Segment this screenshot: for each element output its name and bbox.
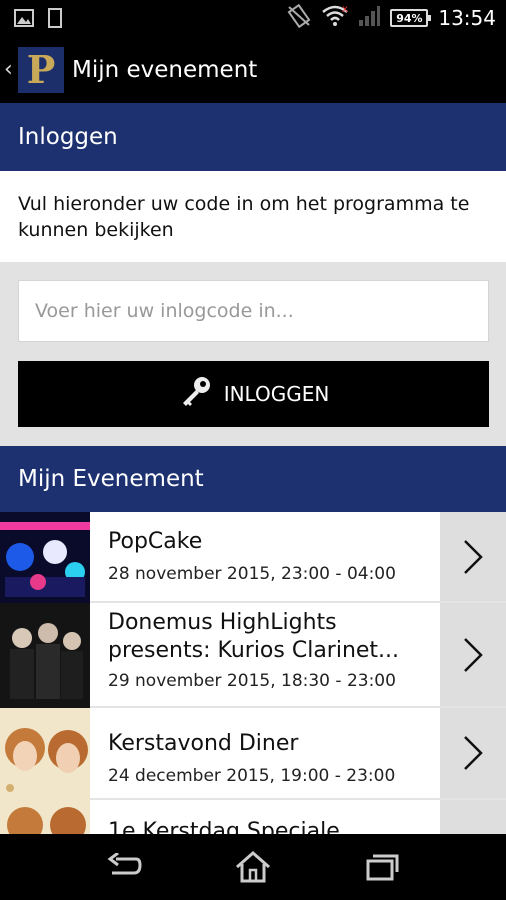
home-icon[interactable] — [223, 842, 283, 892]
event-title: 1e Kerstdag Speciale — [108, 819, 340, 834]
event-row[interactable]: PopCake 28 november 2015, 23:00 - 04:00 — [0, 512, 506, 603]
login-section-header: Inloggen — [0, 103, 506, 171]
signal-icon — [358, 5, 381, 31]
event-date: 29 november 2015, 18:30 - 23:00 — [108, 671, 396, 691]
event-date: 28 november 2015, 23:00 - 04:00 — [108, 564, 396, 584]
clock: 13:54 — [438, 6, 496, 30]
back-chevron-icon[interactable]: ‹ — [4, 57, 18, 82]
event-thumbnail — [0, 512, 90, 610]
event-row[interactable]: 1e Kerstdag Speciale — [0, 800, 506, 834]
event-title: Donemus HighLights presents: Kurios Clar… — [108, 610, 400, 663]
phone-icon — [48, 8, 62, 32]
chevron-right-icon[interactable] — [440, 800, 506, 834]
event-thumbnail — [0, 708, 90, 800]
wifi-icon: x — [322, 4, 348, 31]
login-code-input[interactable] — [18, 280, 489, 342]
chevron-right-icon[interactable] — [440, 512, 506, 601]
action-bar: ‹ P Mijn evenement — [0, 36, 506, 103]
chevron-right-icon[interactable] — [440, 603, 506, 706]
back-icon[interactable] — [94, 842, 154, 892]
event-thumbnail — [0, 800, 90, 834]
image-icon — [14, 8, 34, 32]
login-instructions: Vul hieronder uw code in om het programm… — [0, 171, 506, 262]
login-form: INLOGGEN — [0, 262, 506, 446]
event-title: PopCake — [108, 529, 203, 554]
login-button-label: INLOGGEN — [223, 382, 330, 406]
app-logo[interactable]: P — [18, 46, 64, 93]
event-date: 24 december 2015, 19:00 - 23:00 — [108, 766, 396, 786]
system-nav-bar — [0, 834, 506, 900]
svg-text:x: x — [342, 5, 348, 15]
event-thumbnail — [0, 603, 90, 708]
vibrate-icon — [286, 3, 312, 32]
battery-icon: 94% — [390, 9, 432, 27]
recent-apps-icon[interactable] — [352, 842, 412, 892]
page-title: Mijn evenement — [72, 56, 258, 83]
key-icon — [178, 374, 214, 415]
event-row[interactable]: Kerstavond Diner 24 december 2015, 19:00… — [0, 708, 506, 800]
event-title: Kerstavond Diner — [108, 731, 299, 756]
login-button[interactable]: INLOGGEN — [18, 361, 489, 427]
event-list: PopCake 28 november 2015, 23:00 - 04:00 … — [0, 512, 506, 834]
events-section-header: Mijn Evenement — [0, 446, 506, 512]
event-row[interactable]: Donemus HighLights presents: Kurios Clar… — [0, 603, 506, 708]
status-bar: x 94% 13:54 — [0, 0, 506, 36]
chevron-right-icon[interactable] — [440, 708, 506, 798]
